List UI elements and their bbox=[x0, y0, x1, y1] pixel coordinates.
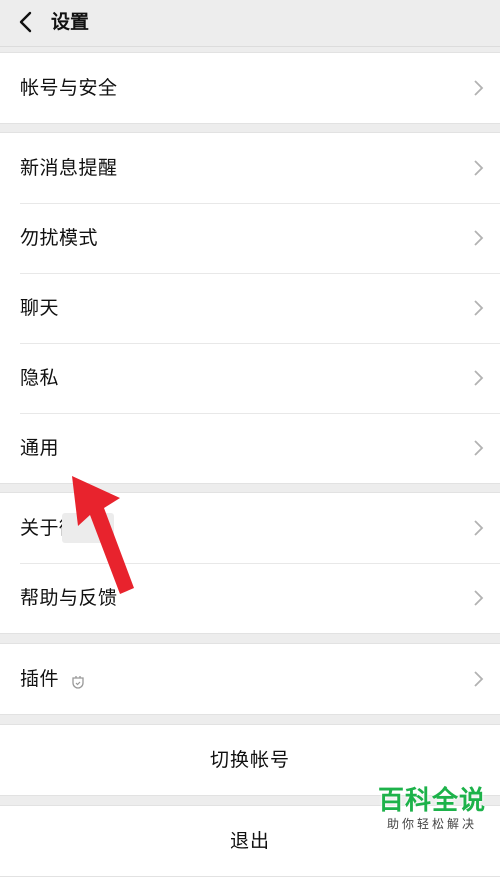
back-arrow-icon[interactable] bbox=[14, 6, 38, 38]
menu-item-chats[interactable]: 聊天 bbox=[0, 273, 500, 343]
plugin-icon bbox=[72, 676, 84, 689]
nav-bar: 设置 bbox=[0, 0, 500, 47]
menu-item-account-security[interactable]: 帐号与安全 bbox=[0, 53, 500, 123]
watermark-title: 百科全说 bbox=[377, 786, 486, 816]
menu-item-privacy[interactable]: 隐私 bbox=[0, 343, 500, 413]
chevron-right-icon bbox=[474, 590, 484, 606]
watermark: 百科全说 助你轻松解决 bbox=[377, 786, 486, 832]
chevron-right-icon bbox=[474, 300, 484, 316]
menu-item-label: 隐私 bbox=[20, 367, 60, 389]
menu-item-label: 新消息提醒 bbox=[20, 157, 118, 179]
switch-account-button[interactable]: 切换帐号 bbox=[0, 725, 500, 795]
chevron-right-icon bbox=[474, 230, 484, 246]
settings-group: 新消息提醒 勿扰模式 聊天 隐私 通用 bbox=[0, 132, 500, 484]
menu-item-label: 聊天 bbox=[20, 297, 60, 319]
chevron-right-icon bbox=[474, 520, 484, 536]
menu-item-do-not-disturb[interactable]: 勿扰模式 bbox=[0, 203, 500, 273]
chevron-right-icon bbox=[474, 440, 484, 456]
plugins-group: 插件 bbox=[0, 643, 500, 715]
menu-item-label: 勿扰模式 bbox=[20, 227, 99, 249]
menu-item-label: 通用 bbox=[20, 437, 60, 459]
chevron-right-icon bbox=[474, 80, 484, 96]
annotation-arrow-icon bbox=[72, 476, 134, 594]
menu-item-plugins[interactable]: 插件 bbox=[0, 644, 500, 714]
page-title: 设置 bbox=[51, 11, 90, 33]
menu-item-message-notifications[interactable]: 新消息提醒 bbox=[0, 133, 500, 203]
switch-account-label: 切换帐号 bbox=[209, 749, 290, 771]
account-group: 帐号与安全 bbox=[0, 52, 500, 124]
chevron-right-icon bbox=[474, 160, 484, 176]
chevron-right-icon bbox=[474, 370, 484, 386]
watermark-subtitle: 助你轻松解决 bbox=[377, 816, 486, 832]
chevron-right-icon bbox=[474, 671, 484, 687]
menu-item-label: 插件 bbox=[20, 668, 60, 690]
menu-item-label: 帐号与安全 bbox=[20, 77, 118, 99]
